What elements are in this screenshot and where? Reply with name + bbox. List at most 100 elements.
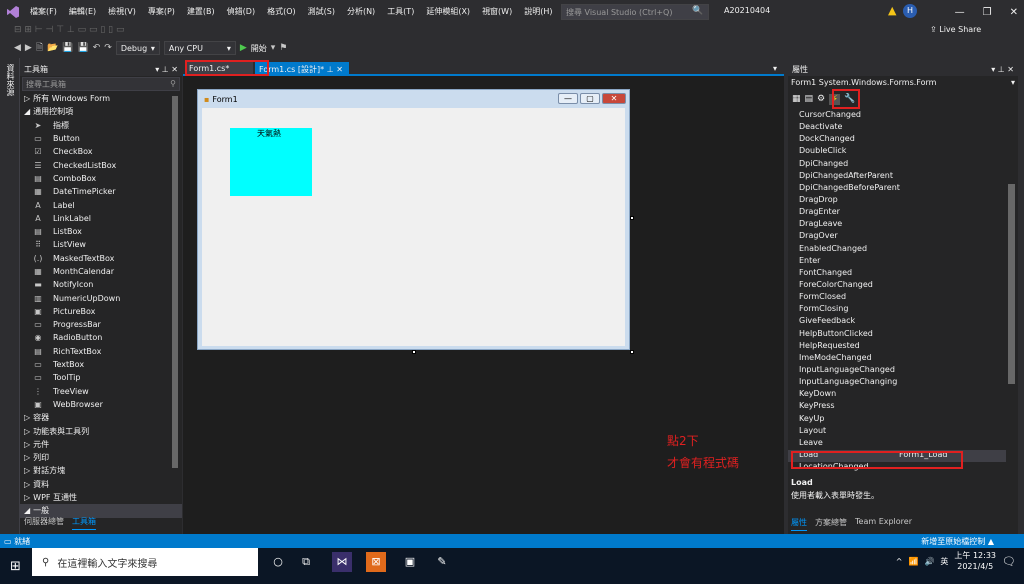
event-handler-value[interactable]	[897, 377, 899, 389]
toolbox-item[interactable]: A Label	[20, 198, 182, 211]
menu-item[interactable]: 偵錯(D)	[221, 0, 261, 24]
menu-item[interactable]: 建置(B)	[181, 0, 221, 24]
toolbox-item[interactable]: ➤ 指標	[20, 119, 182, 132]
toolbox-item[interactable]: ▤ RichTextBox	[20, 345, 182, 358]
menu-item[interactable]: 工具(T)	[381, 0, 420, 24]
weather-label[interactable]: 天氣熱	[257, 128, 281, 139]
event-row[interactable]: DockChanged	[788, 134, 1006, 146]
search-input[interactable]: 搜尋 Visual Studio (Ctrl+Q)	[561, 4, 709, 20]
event-handler-value[interactable]	[897, 304, 899, 316]
menu-item[interactable]: 編輯(E)	[63, 0, 102, 24]
back-icon[interactable]: ◀	[14, 43, 21, 53]
undo-icon[interactable]: ↶	[93, 43, 101, 53]
toolbox-category[interactable]: ▷ 元件	[20, 438, 182, 451]
close-icon[interactable]: ✕	[336, 65, 343, 74]
event-handler-value[interactable]	[897, 353, 899, 365]
toolbox-item[interactable]: ▤ ComboBox	[20, 172, 182, 185]
event-handler-value[interactable]	[897, 146, 899, 158]
tray-overflow-icon[interactable]: ^	[896, 557, 903, 566]
menu-item[interactable]: 測試(S)	[302, 0, 341, 24]
event-handler-value[interactable]	[897, 365, 899, 377]
event-row[interactable]: EnabledChanged	[788, 244, 1006, 256]
event-handler-value[interactable]	[897, 134, 899, 146]
notification-warning-icon[interactable]: ▲	[888, 4, 896, 17]
event-handler-value[interactable]	[897, 122, 899, 134]
toolbox-category[interactable]: ▷ 容器	[20, 411, 182, 424]
event-handler-value[interactable]	[897, 256, 899, 268]
event-row[interactable]: Leave	[788, 438, 1006, 450]
event-handler-value[interactable]	[897, 207, 899, 219]
resize-handle-right[interactable]	[630, 216, 634, 220]
event-handler-value[interactable]	[897, 401, 899, 413]
taskbar-search-input[interactable]: ⚲ 在這裡輸入文字來搜尋	[32, 548, 258, 576]
event-handler-value[interactable]	[897, 195, 899, 207]
event-row[interactable]: HelpRequested	[788, 341, 1006, 353]
clock[interactable]: 上午 12:33 2021/4/5	[954, 550, 996, 572]
menu-item[interactable]: 檔案(F)	[24, 0, 63, 24]
event-row[interactable]: InputLanguageChanging	[788, 377, 1006, 389]
menu-item[interactable]: 檢視(V)	[102, 0, 142, 24]
start-icon[interactable]: ▶	[240, 43, 247, 53]
new-project-icon[interactable]: 🗎	[36, 40, 43, 56]
category-common-controls[interactable]: ◢ 通用控制項	[20, 105, 182, 118]
menu-item[interactable]: 視窗(W)	[476, 0, 518, 24]
forward-icon[interactable]: ▶	[25, 43, 32, 53]
app-taskbar-icon[interactable]: ▣	[400, 552, 420, 572]
event-handler-value[interactable]	[897, 268, 899, 280]
event-handler-value[interactable]	[897, 438, 899, 450]
event-row[interactable]: Deactivate	[788, 122, 1006, 134]
volume-icon[interactable]: 🔊	[924, 557, 934, 566]
live-share-button[interactable]: ⇪ Live Share	[930, 25, 981, 34]
toolbox-category[interactable]: ▷ 對話方塊	[20, 464, 182, 477]
notification-center-icon[interactable]: 🗨	[1002, 555, 1016, 568]
toolbox-item[interactable]: ▬ NotifyIcon	[20, 278, 182, 291]
source-control-button[interactable]: 新增至原始檔控制 ▲	[921, 536, 994, 547]
form-maximize-button[interactable]: ▢	[580, 93, 600, 104]
toolbox-item[interactable]: ▣ WebBrowser	[20, 398, 182, 411]
start-button[interactable]: 開始	[251, 43, 267, 54]
event-handler-value[interactable]	[897, 426, 899, 438]
start-dropdown-icon[interactable]: ▾	[271, 43, 276, 53]
event-row[interactable]: ImeModeChanged	[788, 353, 1006, 365]
category-all-forms[interactable]: ▷ 所有 Windows Form	[20, 92, 182, 105]
event-handler-value[interactable]	[897, 231, 899, 243]
tab-team-explorer[interactable]: Team Explorer	[855, 517, 912, 531]
platform-select[interactable]: Any CPU ▾	[163, 41, 236, 55]
minimize-icon[interactable]: —	[955, 7, 965, 18]
toolbox-category[interactable]: ▷ 資料	[20, 478, 182, 491]
toolbox-item[interactable]: ▥ NumericUpDown	[20, 291, 182, 304]
tab-server-explorer[interactable]: 伺服器總管	[24, 516, 64, 530]
toolbox-item[interactable]: ⠿ ListView	[20, 238, 182, 251]
menu-item[interactable]: 專案(P)	[142, 0, 181, 24]
event-handler-value[interactable]	[897, 183, 899, 195]
event-handler-value[interactable]	[897, 244, 899, 256]
properties-scrollbar[interactable]	[1008, 184, 1015, 384]
event-row[interactable]: KeyDown	[788, 389, 1006, 401]
event-row[interactable]: HelpButtonClicked	[788, 329, 1006, 341]
event-row[interactable]: DragLeave	[788, 219, 1006, 231]
tab-toolbox[interactable]: 工具箱	[72, 516, 96, 530]
event-row[interactable]: Enter	[788, 256, 1006, 268]
paint-taskbar-icon[interactable]: ✎	[432, 552, 452, 572]
toolbox-item[interactable]: ☑ CheckBox	[20, 145, 182, 158]
event-row[interactable]: FontChanged	[788, 268, 1006, 280]
tab-overflow-icon[interactable]: ▾	[773, 64, 777, 73]
toolbox-item[interactable]: ◉ RadioButton	[20, 331, 182, 344]
menu-item[interactable]: 格式(O)	[261, 0, 302, 24]
event-row[interactable]: FormClosing	[788, 304, 1006, 316]
toolbox-search-input[interactable]: 搜尋工具箱 ⚲	[22, 77, 180, 91]
menu-item[interactable]: 說明(H)	[518, 0, 558, 24]
task-view-icon[interactable]: ⧉	[296, 552, 316, 572]
toolbox-category[interactable]: ▷ 列印	[20, 451, 182, 464]
event-row[interactable]: DpiChangedAfterParent	[788, 171, 1006, 183]
toolbox-item[interactable]: ▦ DateTimePicker	[20, 185, 182, 198]
toolbox-item[interactable]: ▦ MonthCalendar	[20, 265, 182, 278]
visual-studio-taskbar-icon[interactable]: ⋈	[332, 552, 352, 572]
close-icon[interactable]: ✕	[1010, 7, 1018, 18]
pin-icon[interactable]: ▾ ⊥ ✕	[155, 65, 178, 74]
event-handler-value[interactable]	[897, 292, 899, 304]
event-row[interactable]: FormClosed	[788, 292, 1006, 304]
event-row[interactable]: DragOver	[788, 231, 1006, 243]
form-client-area[interactable]: 天氣熱	[202, 108, 625, 346]
pin-icon[interactable]: ▾ ⊥ ✕	[991, 65, 1014, 74]
